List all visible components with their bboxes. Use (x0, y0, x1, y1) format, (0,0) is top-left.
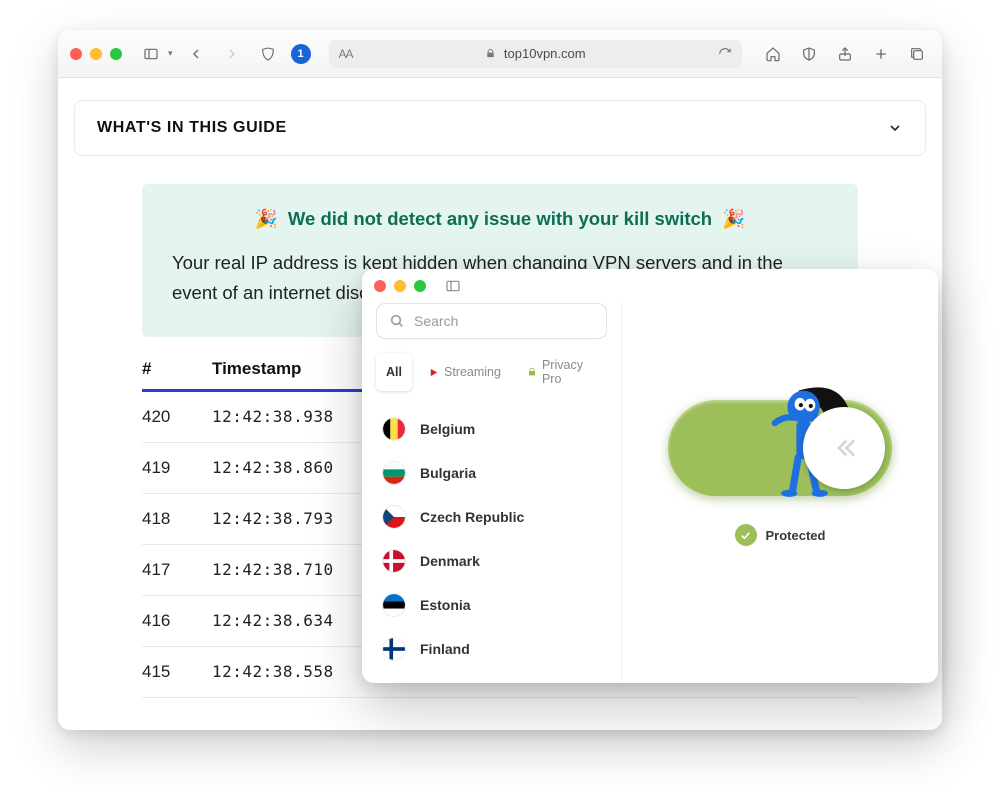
vpn-app-window: Search All Streaming Privacy Pro (362, 269, 938, 683)
chevron-down-icon (887, 120, 903, 136)
share-button[interactable] (832, 41, 858, 67)
cell-index: 416 (142, 611, 212, 631)
ublock-icon[interactable] (255, 41, 281, 67)
traffic-lights (70, 48, 122, 60)
toggle-knob (803, 407, 885, 489)
guide-title: WHAT'S IN THIS GUIDE (97, 119, 287, 137)
vpn-tab-privacy[interactable]: Privacy Pro (517, 353, 607, 391)
vpn-close-button[interactable] (374, 280, 386, 292)
privacy-report-icon[interactable] (796, 41, 822, 67)
vpn-minimize-button[interactable] (394, 280, 406, 292)
vpn-country-item[interactable]: Belgium (376, 407, 607, 451)
window-minimize-button[interactable] (90, 48, 102, 60)
vpn-main-panel: Protected (622, 303, 938, 683)
address-bar[interactable]: AA top10vpn.com (329, 40, 742, 68)
onepassword-icon[interactable]: 1 (291, 44, 311, 64)
vpn-tab-all[interactable]: All (376, 353, 412, 391)
banner-title: We did not detect any issue with your ki… (288, 208, 712, 230)
check-icon (735, 524, 757, 546)
vpn-sidebar: Search All Streaming Privacy Pro (362, 303, 622, 683)
back-button[interactable] (183, 41, 209, 67)
new-tab-button[interactable] (868, 41, 894, 67)
lock-icon (485, 48, 496, 59)
tab-group-menu-icon[interactable]: ▾ (168, 48, 173, 59)
reload-icon[interactable] (718, 47, 732, 61)
browser-toolbar: ▾ 1 AA top10vpn.com (58, 30, 942, 78)
forward-button[interactable] (219, 41, 245, 67)
vpn-country-item[interactable]: Denmark (376, 539, 607, 583)
reader-mode-icon[interactable]: AA (339, 47, 353, 61)
vpn-tab-streaming[interactable]: Streaming (418, 353, 511, 391)
vpn-filter-tabs: All Streaming Privacy Pro (376, 353, 607, 391)
vpn-country-label: Belgium (420, 421, 475, 437)
vpn-country-label: Czech Republic (420, 509, 524, 525)
window-fullscreen-button[interactable] (110, 48, 122, 60)
guide-accordion[interactable]: WHAT'S IN THIS GUIDE (74, 100, 926, 156)
cell-index: 415 (142, 662, 212, 682)
vpn-country-label: Bulgaria (420, 465, 476, 481)
vpn-fullscreen-button[interactable] (414, 280, 426, 292)
vpn-titlebar (362, 269, 938, 303)
vpn-body: Search All Streaming Privacy Pro (362, 303, 938, 683)
window-close-button[interactable] (70, 48, 82, 60)
banner-title-row: 🎉 We did not detect any issue with your … (172, 208, 828, 230)
party-popper-icon: 🎉 (255, 208, 278, 230)
vpn-country-item[interactable]: Czech Republic (376, 495, 607, 539)
vpn-country-item[interactable]: Bulgaria (376, 451, 607, 495)
vpn-status-row: Protected (735, 524, 826, 546)
vpn-status-label: Protected (766, 528, 826, 543)
vpn-country-item[interactable]: Finland (376, 627, 607, 671)
vpn-sidebar-toggle[interactable] (442, 275, 464, 297)
vpn-search-placeholder: Search (414, 313, 458, 329)
home-button[interactable] (760, 41, 786, 67)
cell-index: 418 (142, 509, 212, 529)
cell-index: 419 (142, 458, 212, 478)
vpn-connection-toggle[interactable] (668, 400, 892, 496)
vpn-country-label: Denmark (420, 553, 480, 569)
vpn-search-input[interactable]: Search (376, 303, 607, 339)
vpn-country-item[interactable]: Estonia (376, 583, 607, 627)
vpn-country-label: Finland (420, 641, 470, 657)
vpn-country-list: Belgium Bulgaria Czech Republic Denmark Esto… (376, 407, 607, 671)
party-popper-icon: 🎉 (722, 208, 745, 230)
col-header-index: # (142, 359, 212, 379)
play-icon (428, 367, 439, 378)
cell-index: 420 (142, 407, 212, 427)
search-icon (389, 313, 405, 329)
vpn-country-label: Estonia (420, 597, 471, 613)
address-bar-host: top10vpn.com (504, 46, 586, 61)
sidebar-toggle-button[interactable] (138, 41, 164, 67)
vpn-traffic-lights (374, 280, 426, 292)
tab-overview-button[interactable] (904, 41, 930, 67)
lock-icon (527, 367, 537, 377)
cell-index: 417 (142, 560, 212, 580)
